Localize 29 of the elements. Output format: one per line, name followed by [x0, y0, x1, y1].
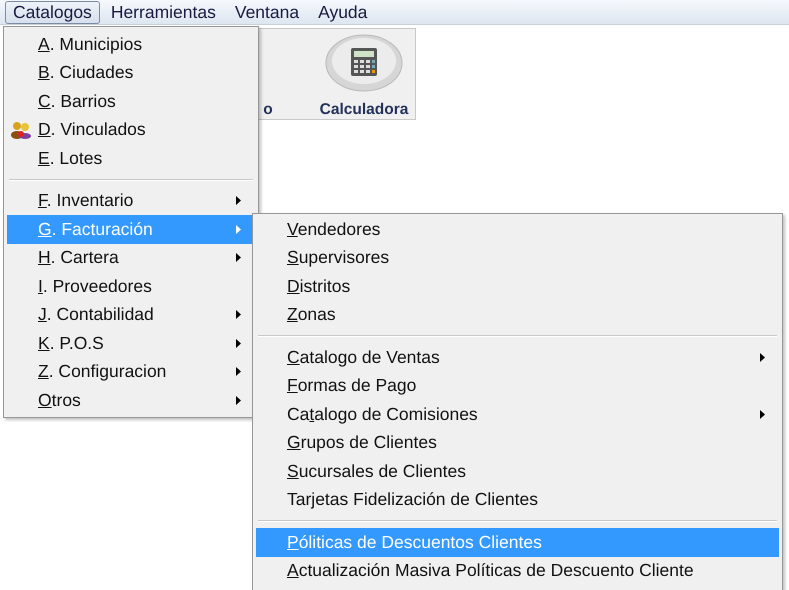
- menu-item[interactable]: Grupos de Clientes: [256, 428, 779, 457]
- menu-item[interactable]: E. Lotes: [7, 144, 255, 172]
- menu-item[interactable]: Supervisores: [256, 244, 779, 272]
- menu-item[interactable]: K. P.O.S: [7, 329, 255, 358]
- calculator-icon: [324, 33, 404, 93]
- menu-bar-item[interactable]: Herramientas: [102, 0, 224, 24]
- menu-item[interactable]: Catalogo de Ventas: [256, 343, 779, 372]
- menu-item[interactable]: Distritos: [256, 272, 779, 300]
- menu-item[interactable]: C. Barrios: [7, 87, 255, 116]
- menu-bar-item[interactable]: Catalogos: [5, 0, 100, 24]
- menu-item[interactable]: H. Cartera: [7, 244, 255, 272]
- menu-item[interactable]: Catalogo de Comisiones: [256, 400, 779, 428]
- menu-bar-item[interactable]: Ventana: [226, 0, 308, 24]
- menu-item[interactable]: B. Ciudades: [7, 58, 255, 87]
- menu-item[interactable]: Sucursales de Clientes: [256, 457, 779, 486]
- menu-item[interactable]: Formas de Pago: [256, 372, 779, 400]
- menu-item[interactable]: Otros: [7, 386, 255, 414]
- menu-item[interactable]: A. Municipios: [7, 30, 255, 58]
- menu-item[interactable]: F. Inventario: [7, 186, 255, 215]
- menu-item[interactable]: Zonas: [256, 300, 779, 329]
- menu-bar-item[interactable]: Ayuda: [310, 0, 376, 24]
- menu-item[interactable]: Actualización Masiva Políticas de Descuento Cliente: [256, 556, 779, 585]
- menu-item[interactable]: Tarjetas Fidelización de Clientes: [256, 486, 779, 514]
- menu-item[interactable]: Vendedores: [256, 215, 779, 244]
- menu-item[interactable]: D. Vinculados: [7, 116, 255, 144]
- menu-item[interactable]: J. Contabilidad: [7, 300, 255, 329]
- menu-item[interactable]: Z. Configuracion: [7, 358, 255, 386]
- toolbar-button[interactable]: Calculadora: [316, 29, 412, 119]
- menu-item[interactable]: I. Proveedores: [7, 272, 255, 300]
